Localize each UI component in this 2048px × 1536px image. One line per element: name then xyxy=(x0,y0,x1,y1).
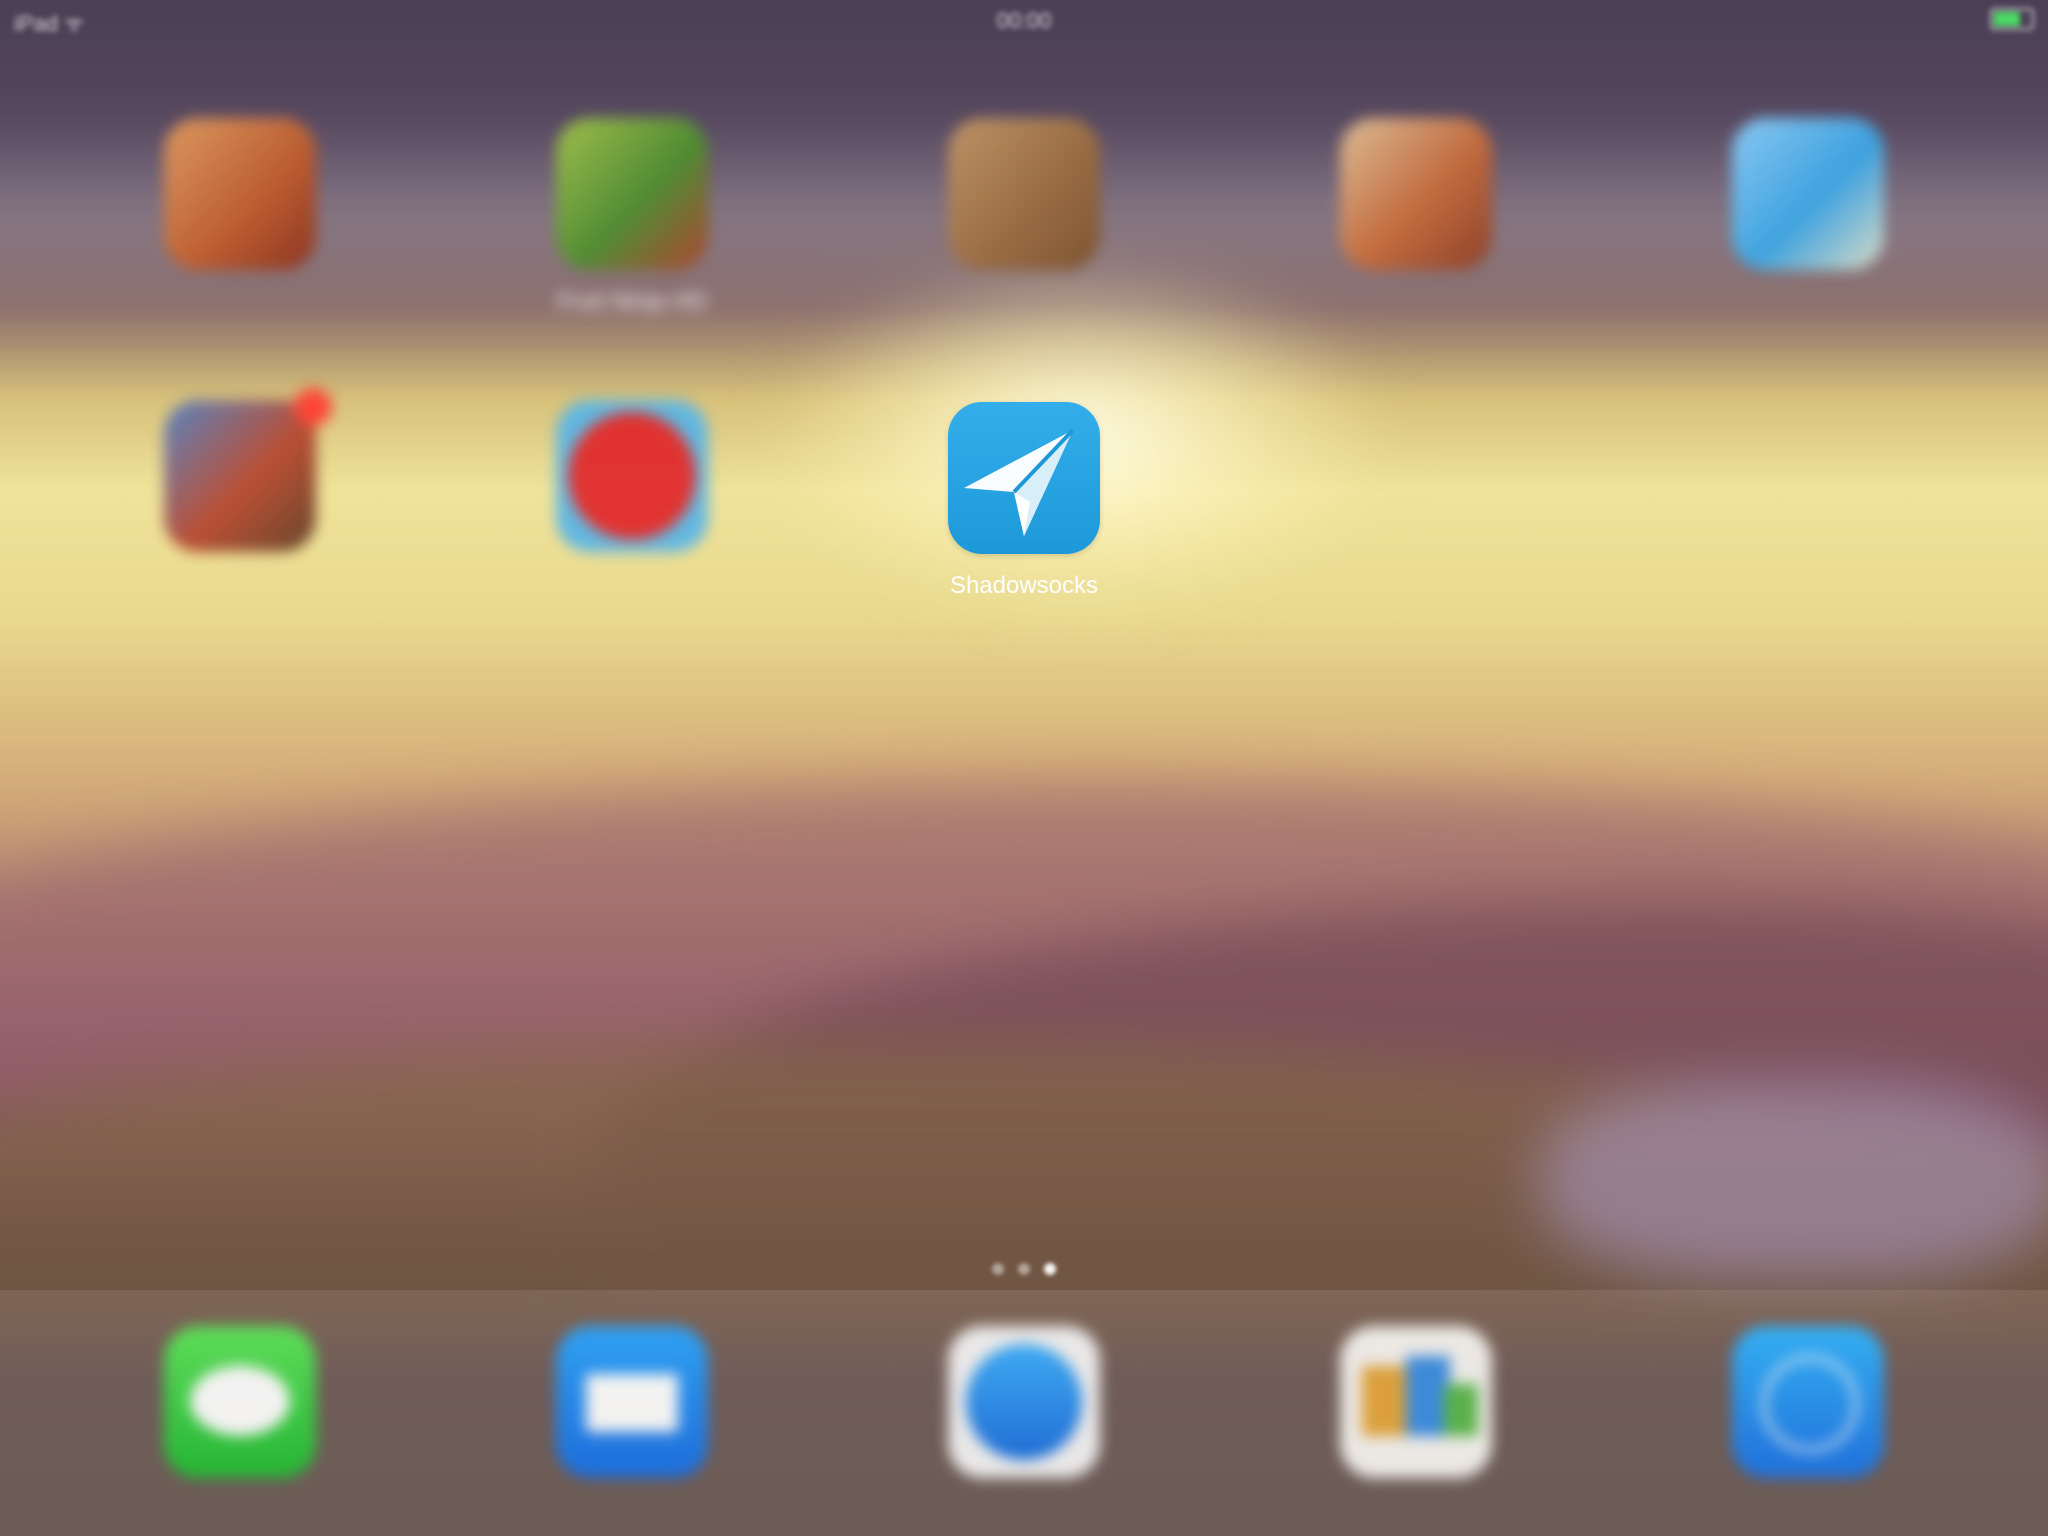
warrior-game-icon xyxy=(164,400,316,552)
battery-icon xyxy=(1990,8,2034,30)
app-label: Fruit Ninja HD xyxy=(556,288,708,315)
page-dot-active xyxy=(1044,1263,1056,1275)
safari-icon xyxy=(948,1326,1100,1478)
battery-level-fill xyxy=(1994,12,2020,26)
notification-badge xyxy=(294,388,332,426)
compass xyxy=(966,1344,1082,1460)
mail-icon xyxy=(556,1326,708,1478)
app-store-ring xyxy=(1762,1356,1858,1452)
status-right xyxy=(1982,8,2034,30)
app-sky-cartoon[interactable] xyxy=(1698,118,1918,288)
page-indicator[interactable] xyxy=(0,1262,2048,1280)
pagoda-game-icon xyxy=(164,118,316,270)
app-shadowsocks[interactable]: Shadowsocks xyxy=(914,402,1134,600)
app-store-icon xyxy=(1732,1326,1884,1478)
grid-tile xyxy=(1444,1384,1478,1436)
page-dot xyxy=(1018,1263,1030,1275)
red-circle xyxy=(568,412,696,540)
dock-app-messages[interactable] xyxy=(130,1326,350,1496)
card-game-icon xyxy=(1340,118,1492,270)
grid-tile xyxy=(1362,1366,1410,1436)
wooden-board-game-icon xyxy=(948,118,1100,270)
app-pagoda-game[interactable] xyxy=(130,118,350,288)
speech-bubble xyxy=(190,1366,290,1436)
icon-wrapper xyxy=(130,388,350,552)
messages-icon xyxy=(164,1326,316,1478)
red-button-icon xyxy=(556,400,708,552)
ipad-home-screen: iPad ᯤ 00:00 Fruit Ninja HD Shadowsocks xyxy=(0,0,2048,1536)
wallpaper-lake xyxy=(1540,1080,2048,1280)
fruit-ninja-icon xyxy=(556,118,708,270)
status-bar: iPad ᯤ 00:00 xyxy=(0,0,2048,40)
app-fruit-ninja[interactable]: Fruit Ninja HD xyxy=(522,118,742,316)
app-card-game[interactable] xyxy=(1306,118,1526,288)
envelope xyxy=(586,1374,678,1432)
app-wooden-board-game[interactable] xyxy=(914,118,1134,288)
app-label-shadowsocks: Shadowsocks xyxy=(949,572,1099,599)
dock-app-safari[interactable] xyxy=(914,1326,1134,1496)
paper-plane-glyph xyxy=(964,428,1075,536)
dock-app-mail[interactable] xyxy=(522,1326,742,1496)
dock-app-photos-grid[interactable] xyxy=(1306,1326,1526,1496)
photos-grid-icon xyxy=(1340,1326,1492,1478)
paper-plane-icon xyxy=(948,402,1100,554)
app-red-button[interactable] xyxy=(522,400,742,570)
page-dot xyxy=(992,1263,1004,1275)
dock-app-app-store[interactable] xyxy=(1698,1326,1918,1496)
app-warrior-game[interactable] xyxy=(130,388,350,570)
clock: 00:00 xyxy=(996,8,1052,33)
sky-cartoon-icon xyxy=(1732,118,1884,270)
